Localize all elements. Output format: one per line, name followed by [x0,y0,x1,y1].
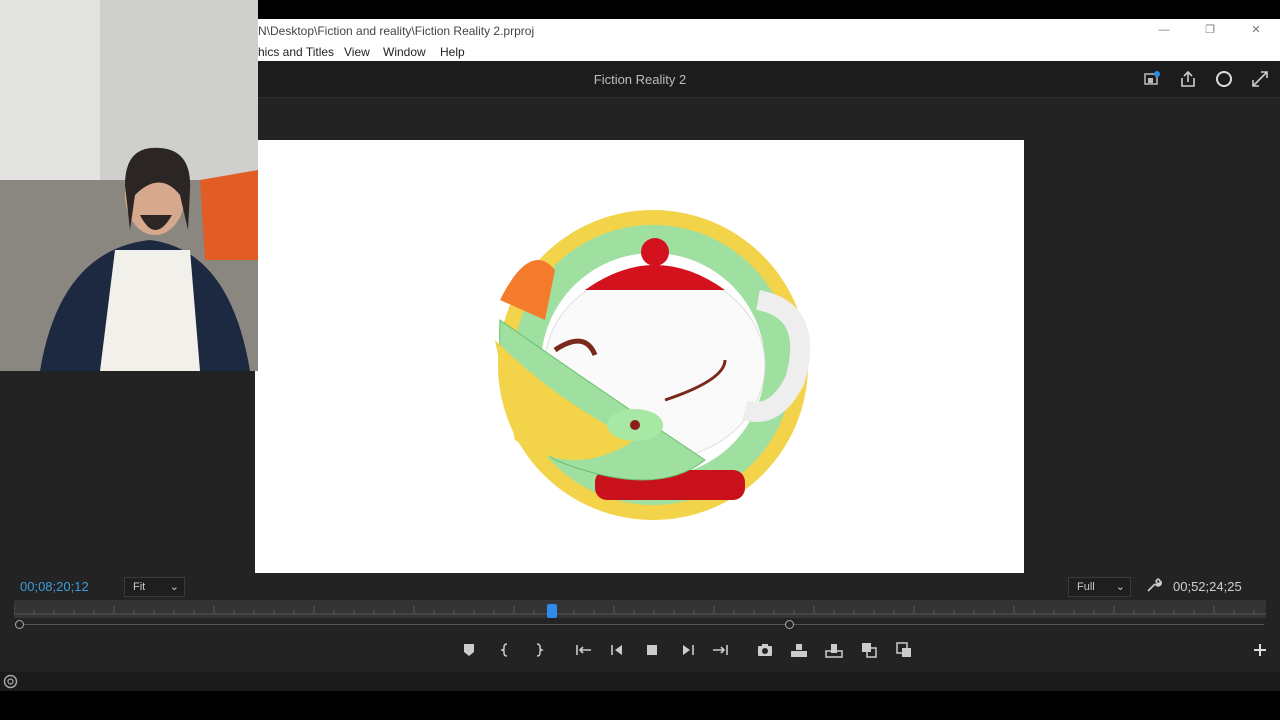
restore-button[interactable]: ❐ [1187,21,1233,39]
playhead[interactable] [547,604,558,618]
stop-icon[interactable] [643,641,661,659]
webcam-person-image [0,0,258,371]
time-ruler[interactable] [13,600,1266,618]
comparison-view-icon[interactable] [860,641,878,659]
mark-in-icon[interactable] [497,641,515,659]
button-editor-plus-icon[interactable] [1251,641,1269,659]
menu-help[interactable]: Help [440,45,465,59]
resolution-dropdown[interactable]: Full ⌄ [1068,577,1131,597]
status-bar [0,672,1280,691]
webcam-overlay [0,0,258,371]
step-back-icon[interactable] [608,641,626,659]
duration-timecode: 00;52;24;25 [1173,579,1242,594]
zoom-scrollbar-left-handle[interactable] [15,620,24,629]
zoom-scrollbar-track [20,624,1264,625]
menu-graphics-and-titles[interactable]: hics and Titles [258,45,334,59]
menu-window[interactable]: Window [383,45,426,59]
add-marker-icon[interactable] [460,641,478,659]
go-to-out-icon[interactable] [712,641,730,659]
mark-out-icon[interactable] [529,641,547,659]
expand-icon[interactable] [1250,69,1270,89]
export-frame-icon[interactable] [756,641,774,659]
menu-view[interactable]: View [344,45,370,59]
proxy-toggle-icon[interactable] [895,641,913,659]
quick-export-icon[interactable] [1142,69,1162,89]
ruler-ticks [13,606,1266,615]
step-forward-icon[interactable] [679,641,697,659]
teapot-dragon-image [495,210,811,520]
zoom-fit-label: Fit [133,581,146,593]
insert-icon[interactable] [790,641,808,659]
share-icon[interactable] [1178,69,1198,89]
chevron-down-icon: ⌄ [1115,581,1125,593]
overwrite-icon[interactable] [825,641,843,659]
go-to-in-icon[interactable] [574,641,592,659]
project-path: N\Desktop\Fiction and reality\Fiction Re… [258,24,535,38]
close-button[interactable]: ✕ [1233,21,1279,39]
zoom-fit-dropdown[interactable]: Fit ⌄ [124,577,185,597]
zoom-scrollbar-right-handle[interactable] [785,620,794,629]
resolution-label: Full [1077,581,1095,593]
creative-cloud-icon[interactable] [3,674,18,689]
circle-icon[interactable] [1214,69,1234,89]
video-preview[interactable] [255,140,1024,573]
minimize-button[interactable]: — [1141,21,1187,39]
bottom-strip [0,691,1280,720]
wrench-icon[interactable] [1146,577,1162,593]
chevron-down-icon: ⌄ [169,581,179,593]
current-timecode[interactable]: 00;08;20;12 [20,579,89,594]
